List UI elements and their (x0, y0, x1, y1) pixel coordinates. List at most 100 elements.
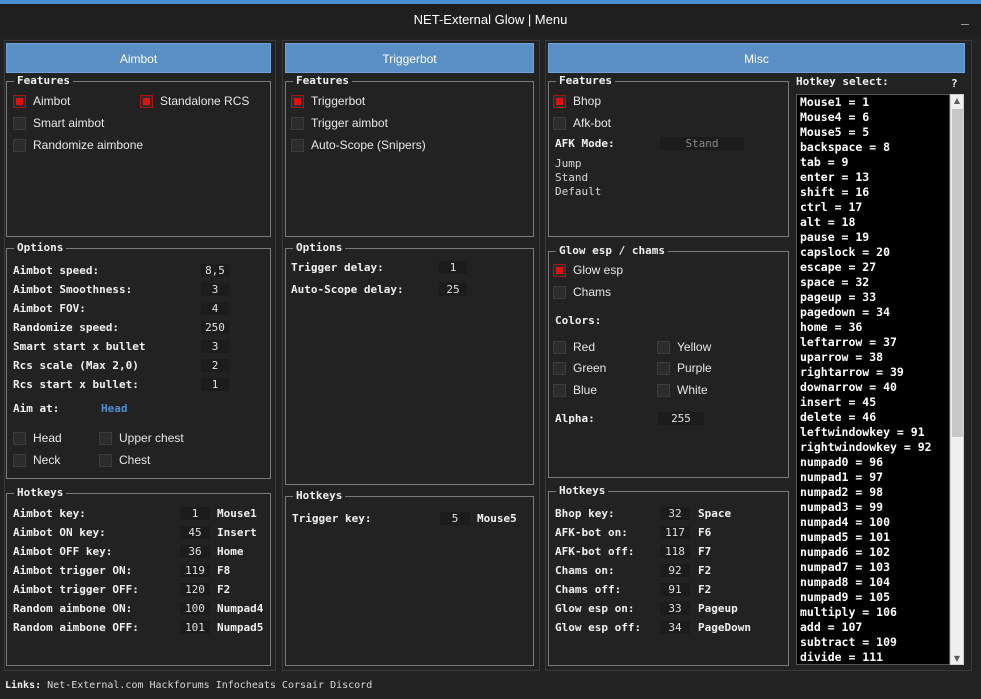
hotkey-list-item[interactable]: numpad0 = 96 (797, 455, 949, 470)
hotkey-code-input[interactable]: 91 (660, 583, 690, 596)
checkbox-box[interactable] (13, 138, 26, 152)
checkbox-box[interactable] (291, 138, 304, 152)
option-input[interactable]: 8,5 (201, 264, 229, 277)
hotkey-list-item[interactable]: tab = 9 (797, 155, 949, 170)
title-bar[interactable]: NET-External Glow | Menu _ (0, 4, 981, 36)
bone-neck-checkbox[interactable]: Neck (13, 453, 60, 467)
hotkey-list-item[interactable]: leftarrow = 37 (797, 335, 949, 350)
afk-mode-option[interactable]: Stand (555, 171, 588, 184)
hotkey-list-item[interactable]: escape = 27 (797, 260, 949, 275)
link-discord[interactable]: Discord (330, 680, 372, 691)
hotkey-code-input[interactable]: 33 (660, 602, 690, 615)
scroll-down-icon[interactable]: ▼ (951, 654, 963, 663)
hotkey-code-input[interactable]: 32 (660, 507, 690, 520)
hotkey-code-input[interactable]: 45 (180, 526, 210, 539)
hotkey-code-input[interactable]: 5 (440, 512, 470, 525)
hotkey-list-item[interactable]: shift = 16 (797, 185, 949, 200)
hotkey-list-item[interactable]: add = 107 (797, 620, 949, 635)
checkbox-box[interactable] (13, 431, 26, 445)
hotkey-list-item[interactable]: ctrl = 17 (797, 200, 949, 215)
checkbox-box[interactable] (657, 340, 670, 354)
hotkey-list-item[interactable]: numpad2 = 98 (797, 485, 949, 500)
hotkey-list-item[interactable]: pageup = 33 (797, 290, 949, 305)
afk-mode-select[interactable]: Stand (660, 137, 744, 150)
hotkey-code-input[interactable]: 34 (660, 621, 690, 634)
checkbox-box[interactable] (99, 431, 112, 445)
hotkey-code-input[interactable]: 101 (180, 621, 210, 634)
hotkey-code-input[interactable]: 1 (180, 507, 210, 520)
aimbot-tab[interactable]: Aimbot (6, 43, 271, 73)
alpha-input[interactable]: 255 (658, 412, 704, 425)
option-input[interactable]: 4 (201, 302, 229, 315)
minimize-button[interactable]: _ (957, 10, 973, 26)
bone-chest-checkbox[interactable]: Chest (99, 453, 150, 467)
trigger-aimbot-checkbox[interactable]: Trigger aimbot (291, 116, 388, 130)
checkbox-box[interactable] (553, 361, 566, 375)
triggerbot-tab[interactable]: Triggerbot (285, 43, 534, 73)
hotkey-list-item[interactable]: numpad6 = 102 (797, 545, 949, 560)
hotkey-list-item[interactable]: capslock = 20 (797, 245, 949, 260)
hotkey-list-item[interactable]: Mouse5 = 5 (797, 125, 949, 140)
randomize-aimbone-checkbox[interactable]: Randomize aimbone (13, 138, 143, 152)
option-input[interactable]: 2 (201, 359, 229, 372)
color-red-checkbox[interactable]: Red (553, 340, 595, 354)
scrollbar-thumb[interactable] (952, 109, 963, 437)
hotkey-list-item[interactable]: numpad3 = 99 (797, 500, 949, 515)
auto-scope-checkbox[interactable]: Auto-Scope (Snipers) (291, 138, 426, 152)
afk-mode-option[interactable]: Jump (555, 157, 582, 170)
checkbox-box[interactable] (657, 383, 670, 397)
hotkey-list-item[interactable]: rightarrow = 39 (797, 365, 949, 380)
checkbox-box[interactable] (291, 116, 304, 130)
option-input[interactable]: 25 (439, 283, 467, 296)
checkbox-box[interactable] (13, 453, 26, 467)
color-purple-checkbox[interactable]: Purple (657, 361, 712, 375)
checkbox-box[interactable] (13, 94, 26, 108)
glow-esp-checkbox[interactable]: Glow esp (553, 263, 623, 277)
hotkey-code-input[interactable]: 100 (180, 602, 210, 615)
hotkey-list-item[interactable]: insert = 45 (797, 395, 949, 410)
hotkey-list-item[interactable]: delete = 46 (797, 410, 949, 425)
hotkey-list-item[interactable]: uparrow = 38 (797, 350, 949, 365)
afk-bot-checkbox[interactable]: Afk-bot (553, 116, 611, 130)
hotkey-list-item[interactable]: downarrow = 40 (797, 380, 949, 395)
checkbox-box[interactable] (553, 340, 566, 354)
scroll-up-icon[interactable]: ▲ (951, 96, 963, 105)
hotkey-list-scrollbar[interactable]: ▲ ▼ (950, 94, 964, 665)
hotkey-code-input[interactable]: 119 (180, 564, 210, 577)
checkbox-box[interactable] (13, 116, 26, 130)
standalone-rcs-checkbox[interactable]: Standalone RCS (140, 94, 249, 108)
chams-checkbox[interactable]: Chams (553, 285, 611, 299)
option-input[interactable]: 3 (201, 283, 229, 296)
hotkey-list-item[interactable]: numpad1 = 97 (797, 470, 949, 485)
hotkey-code-input[interactable]: 120 (180, 583, 210, 596)
link-hackforums[interactable]: Hackforums (149, 680, 209, 691)
triggerbot-checkbox[interactable]: Triggerbot (291, 94, 365, 108)
hotkey-list-item[interactable]: numpad7 = 103 (797, 560, 949, 575)
hotkey-list-item[interactable]: space = 32 (797, 275, 949, 290)
checkbox-box[interactable] (553, 263, 566, 277)
smart-aimbot-checkbox[interactable]: Smart aimbot (13, 116, 104, 130)
hotkey-list-item[interactable]: numpad8 = 104 (797, 575, 949, 590)
color-white-checkbox[interactable]: White (657, 383, 708, 397)
checkbox-box[interactable] (553, 383, 566, 397)
hotkey-list-item[interactable]: subtract = 109 (797, 635, 949, 650)
link-infocheats[interactable]: Infocheats (216, 680, 276, 691)
hotkey-code-input[interactable]: 36 (180, 545, 210, 558)
help-icon[interactable]: ? (951, 77, 958, 90)
hotkey-list-item[interactable]: numpad9 = 105 (797, 590, 949, 605)
checkbox-box[interactable] (291, 94, 304, 108)
bone-upper-chest-checkbox[interactable]: Upper chest (99, 431, 184, 445)
hotkey-select-list[interactable]: Mouse1 = 1 Mouse4 = 6 Mouse5 = 5 backspace … (796, 94, 950, 665)
hotkey-list-item[interactable]: pagedown = 34 (797, 305, 949, 320)
hotkey-list-item[interactable]: alt = 18 (797, 215, 949, 230)
checkbox-box[interactable] (657, 361, 670, 375)
color-blue-checkbox[interactable]: Blue (553, 383, 597, 397)
hotkey-list-item[interactable]: rightwindowkey = 92 (797, 440, 949, 455)
checkbox-box[interactable] (553, 94, 566, 108)
afk-mode-option[interactable]: Default (555, 185, 601, 198)
checkbox-box[interactable] (140, 94, 153, 108)
hotkey-list-item[interactable]: leftwindowkey = 91 (797, 425, 949, 440)
link-net-external[interactable]: Net-External.com (47, 680, 143, 691)
checkbox-box[interactable] (553, 116, 566, 130)
option-input[interactable]: 250 (201, 321, 229, 334)
